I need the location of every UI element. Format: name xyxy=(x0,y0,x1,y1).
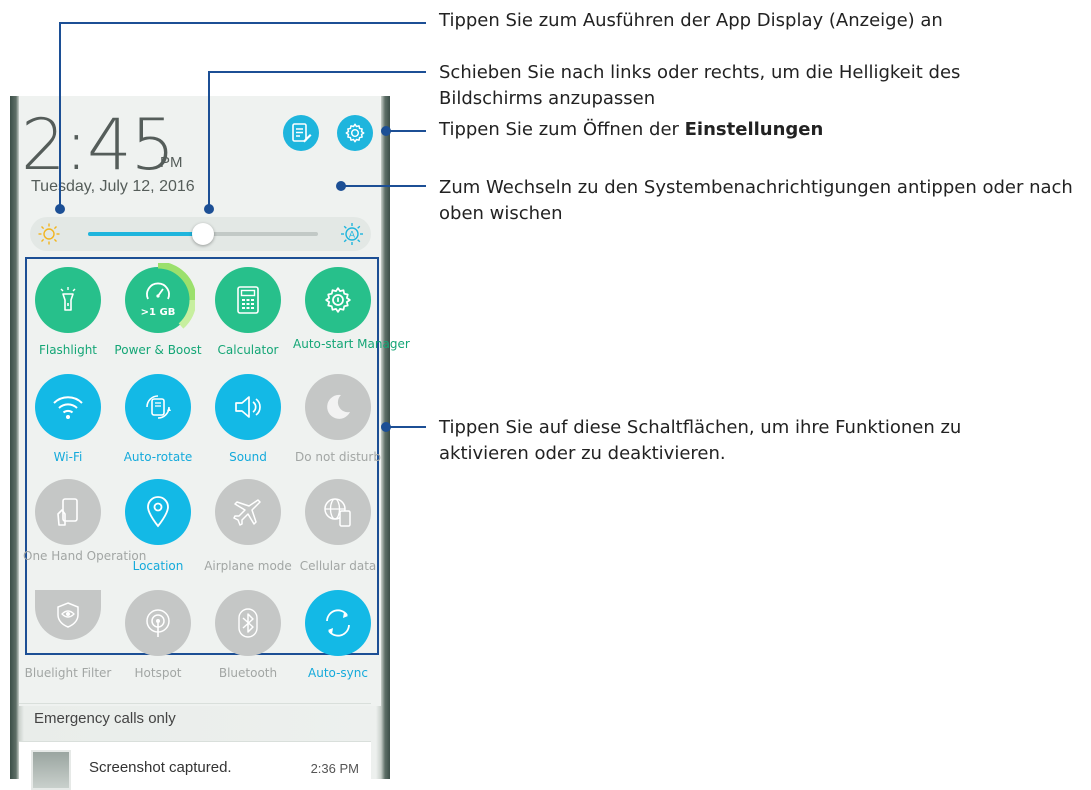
tile-label: Bluelight Filter xyxy=(24,666,112,680)
date-label: Tuesday, July 12, 2016 xyxy=(31,178,195,195)
brightness-fill xyxy=(88,232,203,236)
tile-cellular-data[interactable]: Cellular data xyxy=(293,479,383,574)
callout-display-app: Tippen Sie zum Ausführen der App Display… xyxy=(439,10,943,31)
callout-line xyxy=(208,71,426,73)
boost-badge: >1 GB xyxy=(140,307,176,318)
tile-label: Airplane mode xyxy=(204,559,292,573)
location-pin-icon xyxy=(147,496,169,528)
tile-do-not-disturb[interactable]: Do not disturb xyxy=(293,374,383,465)
callout-dot xyxy=(204,204,214,214)
clock-ampm: PM xyxy=(160,154,183,171)
settings-button[interactable] xyxy=(337,115,373,151)
moon-icon xyxy=(327,394,350,419)
tile-sound[interactable]: Sound xyxy=(203,374,293,465)
wifi-icon xyxy=(53,396,83,419)
calculator-icon xyxy=(237,286,259,314)
clock-time: 2:45 xyxy=(21,104,175,186)
eye-shield-icon xyxy=(57,602,79,628)
tile-airplane-mode[interactable]: Airplane mode xyxy=(203,479,293,574)
gear-icon xyxy=(325,287,351,313)
globe-phone-icon xyxy=(324,498,351,527)
tile-calculator[interactable]: Calculator xyxy=(203,267,293,358)
tile-hotspot[interactable]: Hotspot xyxy=(113,590,203,681)
tile-auto-rotate[interactable]: Auto-rotate xyxy=(113,374,203,465)
bluetooth-icon xyxy=(238,608,258,638)
callout-line xyxy=(59,22,61,208)
callout-settings-bold: Einstellungen xyxy=(684,119,824,140)
tile-label: Flashlight xyxy=(38,343,98,357)
callout-settings-text: Tippen Sie zum Öffnen der xyxy=(439,119,685,140)
tile-wifi[interactable]: Wi-Fi xyxy=(23,374,113,465)
tile-one-hand-operation[interactable]: One Hand Operation xyxy=(23,479,147,564)
callout-brightness: Schieben Sie nach links oder rechts, um … xyxy=(439,62,961,109)
callout-line xyxy=(208,71,210,210)
tile-label: Cellular data xyxy=(299,559,377,573)
gear-icon xyxy=(345,123,365,143)
tile-label: Auto-sync xyxy=(308,666,368,680)
tile-label: Calculator xyxy=(217,343,279,357)
emergency-calls-label: Emergency calls only xyxy=(19,703,371,733)
callout-notifications: Zum Wechseln zu den Systembenachrichtigu… xyxy=(439,177,1073,224)
tile-label: Do not disturb xyxy=(295,450,381,464)
tile-bluelight-filter[interactable]: Bluelight Filter xyxy=(23,590,113,681)
speaker-icon xyxy=(235,396,261,418)
tile-auto-start-manager[interactable]: Auto-start Manager xyxy=(293,267,410,352)
tile-power-boost[interactable]: >1 GB Power & Boost xyxy=(113,263,203,358)
display-note-icon xyxy=(292,123,312,143)
tile-flashlight[interactable]: Flashlight xyxy=(23,267,113,358)
one-hand-icon xyxy=(57,498,78,526)
tile-label: Sound xyxy=(229,450,267,464)
tile-label: Location xyxy=(132,559,184,573)
brightness-thumb[interactable] xyxy=(192,223,214,245)
callout-tiles: Tippen Sie auf diese Schaltflächen, um i… xyxy=(439,417,962,464)
tile-bluetooth[interactable]: Bluetooth xyxy=(203,590,293,681)
screenshot-thumbnail xyxy=(31,750,71,790)
sync-icon xyxy=(326,609,350,637)
tile-location[interactable]: Location xyxy=(113,479,203,574)
display-app-button[interactable] xyxy=(283,115,319,151)
tile-label: Auto-start Manager xyxy=(293,337,410,351)
flashlight-icon xyxy=(60,287,76,311)
tile-label: Wi-Fi xyxy=(53,450,83,464)
tile-label: Hotspot xyxy=(134,666,182,680)
brightness-low-icon xyxy=(38,223,60,245)
callout-line xyxy=(385,426,426,428)
tile-label: Auto-rotate xyxy=(123,450,193,464)
callout-line xyxy=(340,185,426,187)
callout-line xyxy=(59,22,426,24)
auto-brightness-icon[interactable]: A xyxy=(340,222,364,246)
callout-dot xyxy=(381,126,391,136)
callout-dot xyxy=(381,422,391,432)
callout-line xyxy=(385,130,426,132)
speedometer-icon xyxy=(146,282,170,300)
callout-dot xyxy=(336,181,346,191)
notification-time: 2:36 PM xyxy=(310,761,359,776)
svg-text:A: A xyxy=(349,231,356,241)
rotate-icon xyxy=(146,395,171,419)
callout-settings: Tippen Sie zum Öffnen der Einstellungen xyxy=(439,117,1079,143)
tile-label: Bluetooth xyxy=(218,666,278,680)
notification-title: Screenshot captured. xyxy=(89,759,232,776)
airplane-icon xyxy=(233,499,261,526)
tile-auto-sync[interactable]: Auto-sync xyxy=(293,590,383,681)
brightness-slider[interactable]: A xyxy=(30,217,371,251)
screenshot-notification[interactable]: Screenshot captured. 2:36 PM xyxy=(19,741,371,790)
hotspot-icon xyxy=(146,609,170,637)
tile-label: One Hand Operation xyxy=(23,549,147,563)
tile-label: Power & Boost xyxy=(114,343,202,357)
callout-dot xyxy=(55,204,65,214)
